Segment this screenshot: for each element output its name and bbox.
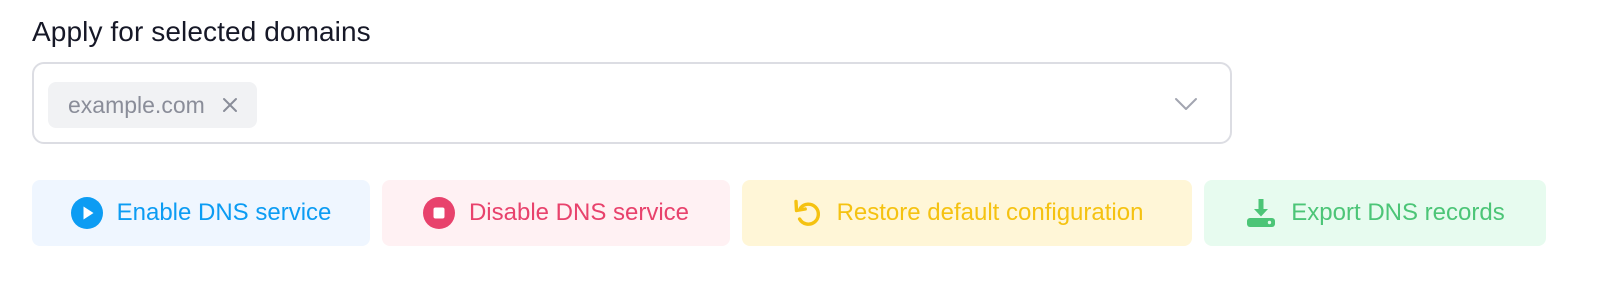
section-title: Apply for selected domains [32, 16, 371, 47]
download-icon [1245, 197, 1277, 229]
stop-circle-icon [422, 197, 455, 229]
domain-multiselect[interactable]: example.com [32, 62, 1232, 144]
disable-dns-button[interactable]: Disable DNS service [382, 180, 730, 246]
dns-actions-bar: Enable DNS service Disable DNS service R… [32, 180, 1546, 246]
chevron-down-icon[interactable] [1174, 92, 1198, 116]
close-icon[interactable] [221, 96, 239, 114]
disable-dns-label: Disable DNS service [468, 199, 690, 226]
export-dns-records-label: Export DNS records [1291, 199, 1505, 226]
domain-tag-label: example.com [68, 92, 205, 118]
restore-icon [791, 197, 823, 229]
apply-domains-panel: Apply for selected domains example.com E… [0, 0, 1600, 308]
domain-tag: example.com [48, 82, 257, 128]
export-dns-records-button[interactable]: Export DNS records [1204, 180, 1546, 246]
play-circle-icon [70, 197, 103, 229]
restore-default-config-label: Restore default configuration [836, 199, 1144, 226]
restore-default-config-button[interactable]: Restore default configuration [742, 180, 1192, 246]
enable-dns-label: Enable DNS service [116, 199, 332, 226]
enable-dns-button[interactable]: Enable DNS service [32, 180, 370, 246]
